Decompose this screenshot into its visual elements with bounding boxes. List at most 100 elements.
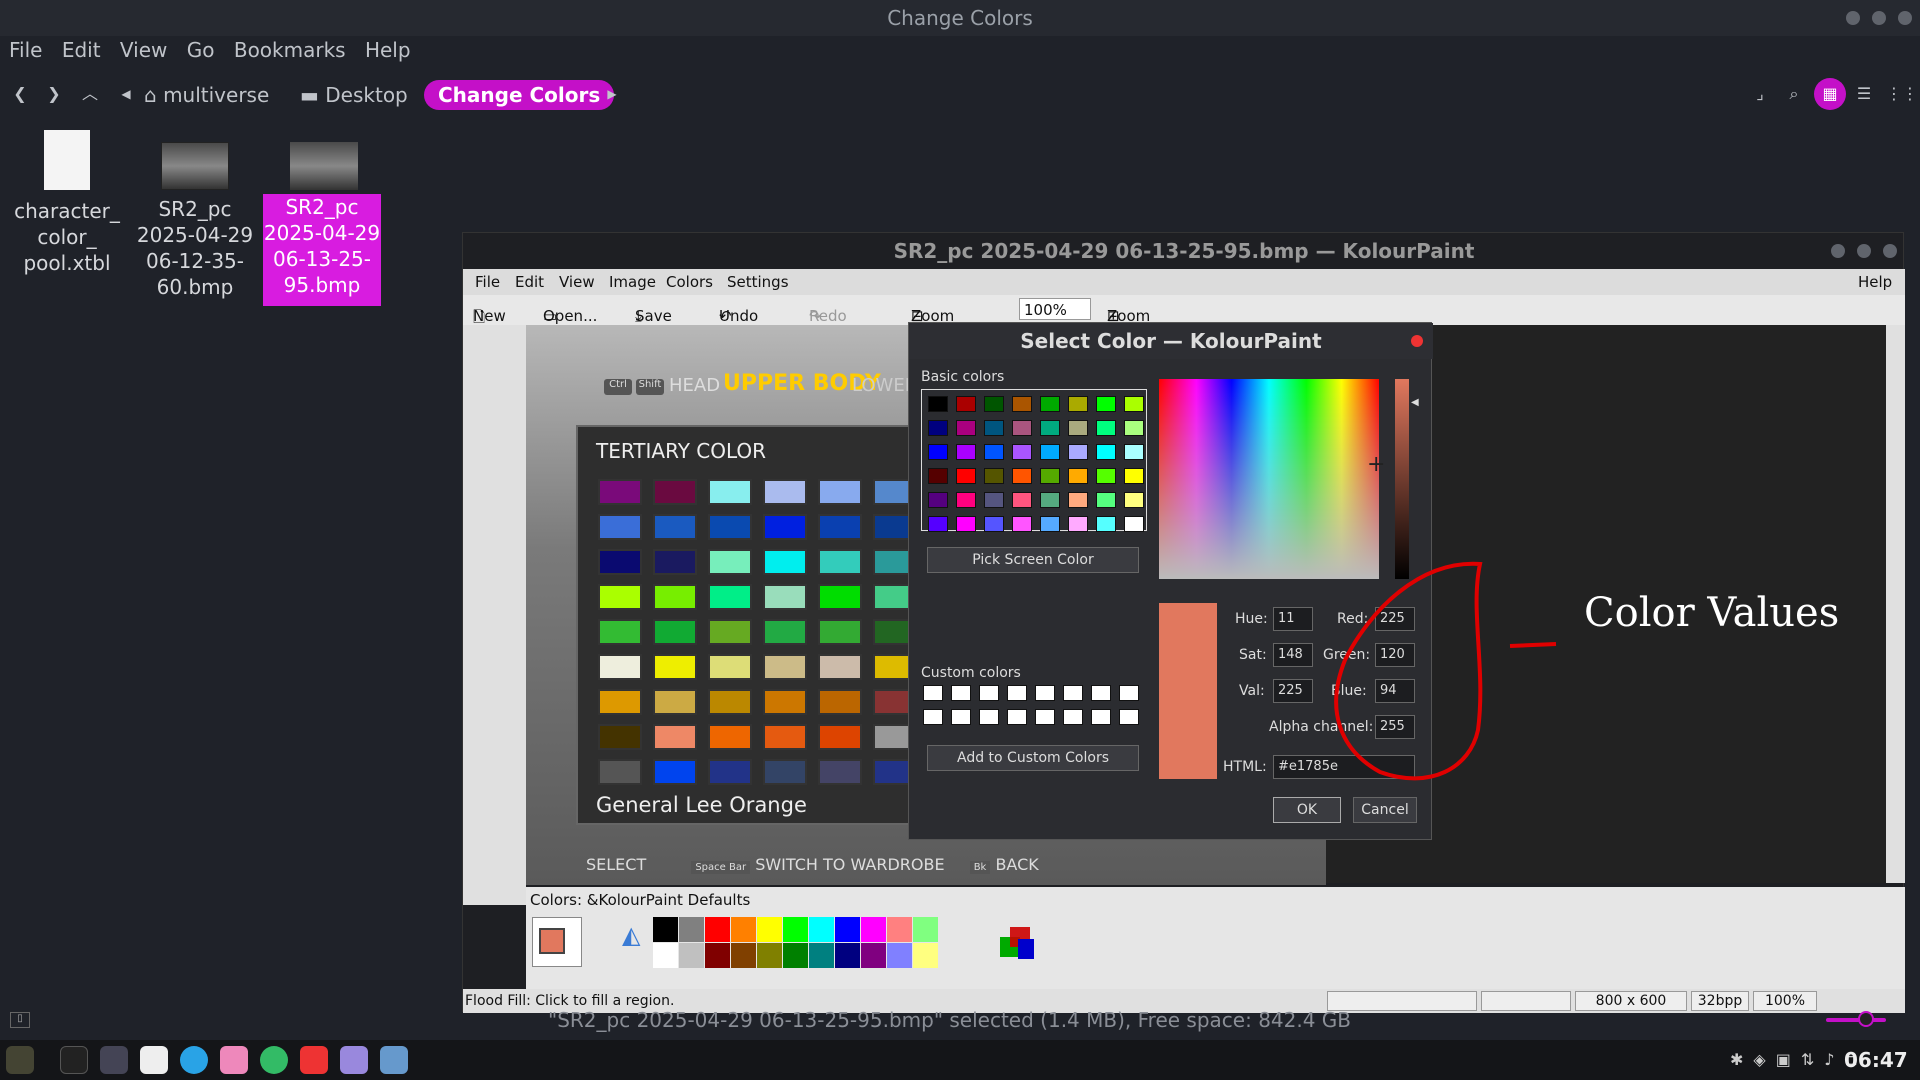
forward-icon[interactable]: ❯ <box>42 82 66 106</box>
basic-color-cell[interactable] <box>1068 468 1088 484</box>
list-view-icon[interactable]: ☰ <box>1852 82 1876 106</box>
custom-color-cell[interactable] <box>1119 685 1139 701</box>
basic-colors-grid[interactable] <box>921 389 1147 532</box>
basic-color-cell[interactable] <box>1096 516 1116 532</box>
basic-color-cell[interactable] <box>928 468 948 484</box>
back-icon[interactable]: ❮ <box>8 82 32 106</box>
basic-color-cell[interactable] <box>1040 420 1060 436</box>
basic-color-cell[interactable] <box>928 516 948 532</box>
app-icon[interactable] <box>220 1046 248 1074</box>
kp-menu-file[interactable]: File <box>475 273 500 291</box>
compact-view-icon[interactable]: ⋮⋮ <box>1886 82 1918 106</box>
palette-color[interactable] <box>913 943 938 968</box>
basic-color-cell[interactable] <box>1012 468 1032 484</box>
palette-color[interactable] <box>757 917 782 942</box>
browser-icon[interactable] <box>180 1046 208 1074</box>
basic-color-cell[interactable] <box>956 492 976 508</box>
palette-color[interactable] <box>809 917 834 942</box>
palette-color[interactable] <box>887 917 912 942</box>
basic-color-cell[interactable] <box>1040 516 1060 532</box>
palette-color[interactable] <box>861 917 886 942</box>
basic-color-cell[interactable] <box>1040 468 1060 484</box>
vertical-scrollbar[interactable] <box>1886 325 1905 883</box>
value-slider[interactable] <box>1395 379 1409 579</box>
spotify-icon[interactable] <box>260 1046 288 1074</box>
crumb-home[interactable]: ⌂ multiverse <box>144 80 269 110</box>
palette-color[interactable] <box>653 943 678 968</box>
basic-color-cell[interactable] <box>1096 420 1116 436</box>
custom-color-cell[interactable] <box>1119 709 1139 725</box>
basic-color-cell[interactable] <box>1068 444 1088 460</box>
basic-color-cell[interactable] <box>1068 420 1088 436</box>
sidebar-toggle-icon[interactable]: ▯ <box>10 1012 30 1028</box>
kolourpaint-app-icon[interactable] <box>380 1046 408 1074</box>
grid-view-icon[interactable]: ▦ <box>1814 78 1846 110</box>
palette-color[interactable] <box>887 943 912 968</box>
kp-minimize-button[interactable] <box>1831 244 1845 258</box>
basic-color-cell[interactable] <box>1124 468 1144 484</box>
basic-color-cell[interactable] <box>1124 516 1144 532</box>
palette-color[interactable] <box>679 917 704 942</box>
palette-color[interactable] <box>705 943 730 968</box>
kp-menu-edit[interactable]: Edit <box>515 273 544 291</box>
menu-view[interactable]: View <box>120 38 167 62</box>
palette-color[interactable] <box>757 943 782 968</box>
basic-color-cell[interactable] <box>1012 516 1032 532</box>
palette-color[interactable] <box>731 917 756 942</box>
basic-color-cell[interactable] <box>956 444 976 460</box>
custom-color-cell[interactable] <box>951 685 971 701</box>
menu-file[interactable]: File <box>9 38 42 62</box>
menu-go[interactable]: Go <box>187 38 215 62</box>
custom-color-cell[interactable] <box>1063 685 1083 701</box>
basic-color-cell[interactable] <box>928 492 948 508</box>
fg-bg-color[interactable] <box>532 917 582 967</box>
basic-color-cell[interactable] <box>1096 468 1116 484</box>
basic-color-cell[interactable] <box>984 396 1004 412</box>
basic-color-cell[interactable] <box>1040 396 1060 412</box>
basic-color-cell[interactable] <box>956 420 976 436</box>
custom-color-cell[interactable] <box>1035 685 1055 701</box>
basic-color-cell[interactable] <box>956 468 976 484</box>
zoom-select[interactable]: 100% <box>1019 298 1091 320</box>
custom-color-cell[interactable] <box>1035 709 1055 725</box>
basic-color-cell[interactable] <box>1124 444 1144 460</box>
basic-color-cell[interactable] <box>1124 492 1144 508</box>
cancel-button[interactable]: Cancel <box>1353 797 1417 823</box>
ok-button[interactable]: OK <box>1273 797 1341 823</box>
basic-color-cell[interactable] <box>928 420 948 436</box>
pick-screen-color-button[interactable]: Pick Screen Color <box>927 547 1139 573</box>
palette-color[interactable] <box>679 943 704 968</box>
kp-menu-help[interactable]: Help <box>1858 273 1892 291</box>
basic-color-cell[interactable] <box>956 516 976 532</box>
basic-color-cell[interactable] <box>984 492 1004 508</box>
dialog-close-icon[interactable] <box>1411 335 1423 347</box>
text-editor-icon[interactable] <box>140 1046 168 1074</box>
minimize-button[interactable] <box>1846 11 1860 25</box>
custom-color-cell[interactable] <box>951 709 971 725</box>
basic-color-cell[interactable] <box>1124 396 1144 412</box>
palette-color[interactable] <box>731 943 756 968</box>
search-icon[interactable]: ⌕ <box>1782 82 1806 106</box>
palette-color[interactable] <box>861 943 886 968</box>
terminal-app-icon[interactable] <box>60 1046 88 1074</box>
custom-color-cell[interactable] <box>979 685 999 701</box>
basic-color-cell[interactable] <box>928 396 948 412</box>
zoom-slider-handle[interactable] <box>1858 1011 1874 1027</box>
basic-color-cell[interactable] <box>1040 444 1060 460</box>
palette-color[interactable] <box>783 943 808 968</box>
hue-sat-picker[interactable] <box>1159 379 1379 579</box>
palette-color[interactable] <box>653 917 678 942</box>
kp-menu-view[interactable]: View <box>559 273 595 291</box>
menu-edit[interactable]: Edit <box>62 38 101 62</box>
close-button[interactable] <box>1898 11 1912 25</box>
palette-color[interactable] <box>705 917 730 942</box>
basic-color-cell[interactable] <box>1124 420 1144 436</box>
custom-color-cell[interactable] <box>1091 685 1111 701</box>
basic-color-cell[interactable] <box>984 420 1004 436</box>
kp-menu-settings[interactable]: Settings <box>727 273 789 291</box>
terminal-icon[interactable]: ⌟ <box>1748 82 1772 106</box>
basic-color-cell[interactable] <box>1068 396 1088 412</box>
app-icon[interactable] <box>100 1046 128 1074</box>
basic-color-cell[interactable] <box>1068 516 1088 532</box>
basic-color-cell[interactable] <box>1068 492 1088 508</box>
